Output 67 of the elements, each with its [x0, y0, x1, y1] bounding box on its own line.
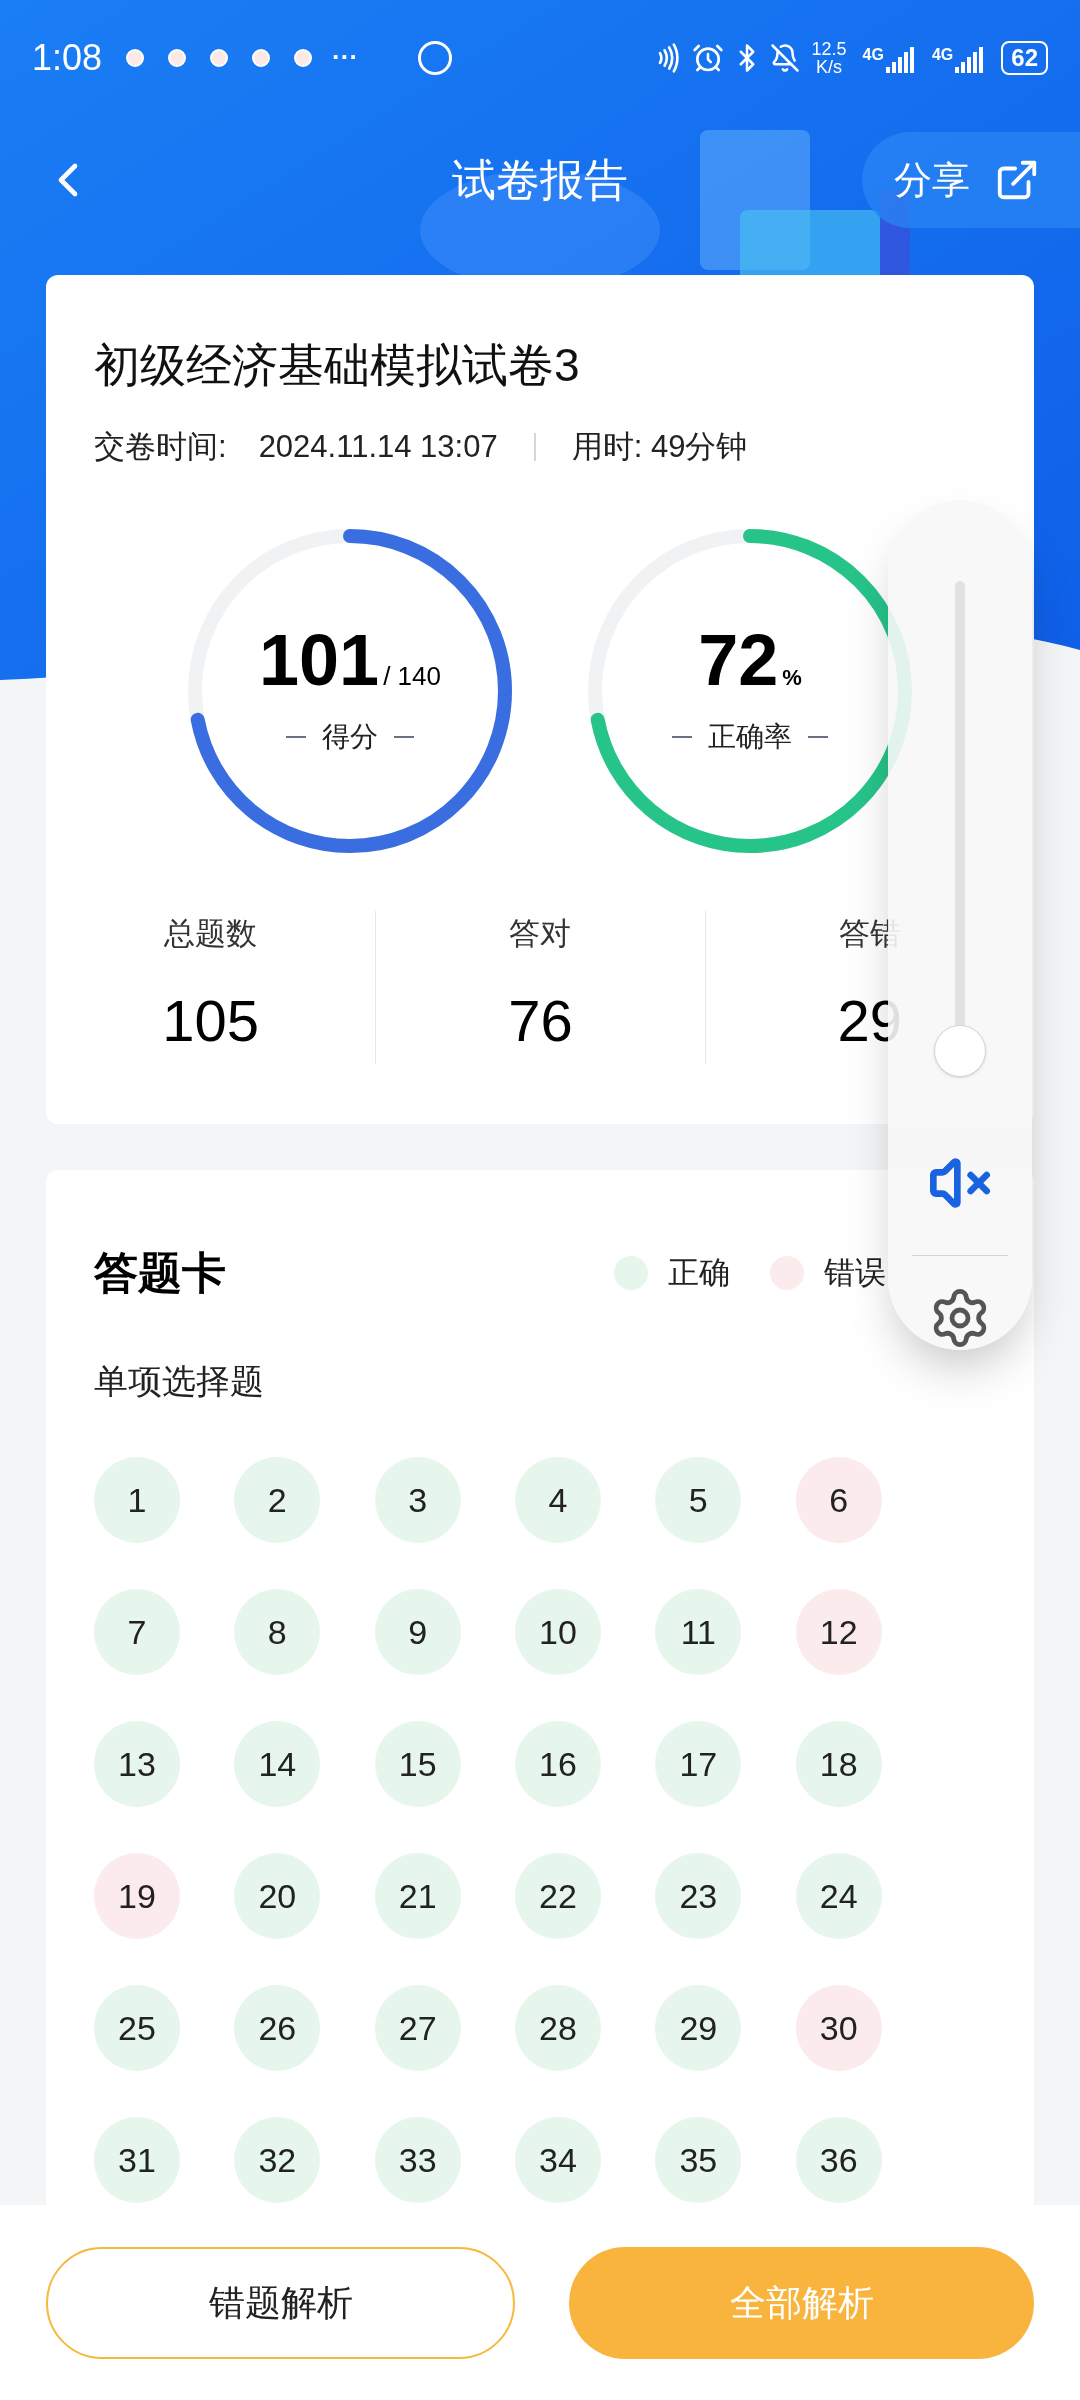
stat-label: 答错	[838, 914, 901, 953]
stat-value: 105	[162, 987, 260, 1055]
ring-label: 正确率	[708, 719, 792, 754]
question-number[interactable]: 21	[374, 1853, 461, 1939]
network-speed-unit: K/s	[816, 57, 843, 76]
question-number[interactable]: 10	[515, 1589, 601, 1675]
wrong-answers-button[interactable]: 错题解析	[46, 2246, 515, 2359]
question-number[interactable]: 25	[94, 1985, 180, 2071]
question-number[interactable]: 5	[655, 1457, 742, 1543]
question-number[interactable]: 7	[94, 1589, 180, 1675]
question-number[interactable]: 12	[795, 1589, 882, 1675]
question-number[interactable]: 29	[655, 1985, 742, 2071]
ring-label: 得分	[322, 719, 378, 754]
duration-text: 用时: 49分钟	[571, 428, 748, 466]
question-number[interactable]: 11	[655, 1589, 742, 1675]
question-number[interactable]: 6	[795, 1457, 882, 1543]
question-number[interactable]: 4	[515, 1457, 601, 1543]
question-number[interactable]: 30	[795, 1985, 882, 2071]
question-number[interactable]: 15	[374, 1721, 461, 1807]
bell-off-icon	[769, 42, 800, 73]
page-title: 试卷报告	[452, 154, 628, 206]
question-number[interactable]: 16	[515, 1721, 601, 1807]
question-number[interactable]: 1	[94, 1457, 180, 1543]
network-speed: 12.5	[811, 39, 847, 58]
submit-label: 交卷时间:	[94, 428, 227, 466]
question-number[interactable]: 26	[234, 1985, 321, 2071]
question-number[interactable]: 23	[655, 1853, 742, 1939]
question-number[interactable]: 19	[94, 1853, 180, 1939]
answer-card-title: 答题卡	[94, 1247, 226, 1299]
ring-value: 72	[698, 623, 779, 696]
question-number[interactable]: 8	[234, 1589, 321, 1675]
question-number[interactable]: 9	[374, 1589, 461, 1675]
question-number[interactable]: 34	[515, 2117, 601, 2203]
ring-value: 101	[259, 623, 380, 696]
network-type: 4G	[931, 44, 954, 65]
ring-suffix: %	[782, 663, 802, 692]
question-number[interactable]: 22	[515, 1853, 601, 1939]
more-notifications: ···	[332, 41, 359, 74]
section-title: 单项选择题	[94, 1361, 265, 1402]
ring-suffix: / 140	[383, 659, 441, 693]
legend-label: 错误	[824, 1253, 886, 1292]
question-number[interactable]: 24	[795, 1853, 882, 1939]
question-number[interactable]: 14	[234, 1721, 321, 1807]
question-number[interactable]: 36	[795, 2117, 882, 2203]
question-number[interactable]: 13	[94, 1721, 180, 1807]
exam-title: 初级经济基础模拟试卷3	[94, 338, 581, 393]
question-number[interactable]: 20	[234, 1853, 321, 1939]
submit-time: 2024.11.14 13:07	[258, 428, 498, 466]
question-number[interactable]: 17	[655, 1721, 742, 1807]
stat-value: 76	[508, 987, 573, 1055]
stat-label: 答对	[509, 914, 572, 953]
question-number[interactable]: 32	[234, 2117, 321, 2203]
legend-label: 正确	[668, 1253, 730, 1292]
question-number[interactable]: 33	[374, 2117, 461, 2203]
question-number[interactable]: 35	[655, 2117, 742, 2203]
question-number[interactable]: 3	[374, 1457, 461, 1543]
question-number[interactable]: 18	[795, 1721, 882, 1807]
share-button[interactable]: 分享	[862, 132, 1080, 228]
question-number[interactable]: 31	[94, 2117, 180, 2203]
question-number[interactable]: 2	[234, 1457, 321, 1543]
stat-label: 总题数	[164, 914, 258, 953]
question-number[interactable]: 27	[374, 1985, 461, 2071]
battery-level: 62	[1011, 45, 1038, 70]
question-number[interactable]: 28	[515, 1985, 601, 2071]
status-time: 1:08	[32, 35, 103, 80]
stat-value: 29	[837, 987, 903, 1055]
network-type: 4G	[862, 44, 884, 65]
